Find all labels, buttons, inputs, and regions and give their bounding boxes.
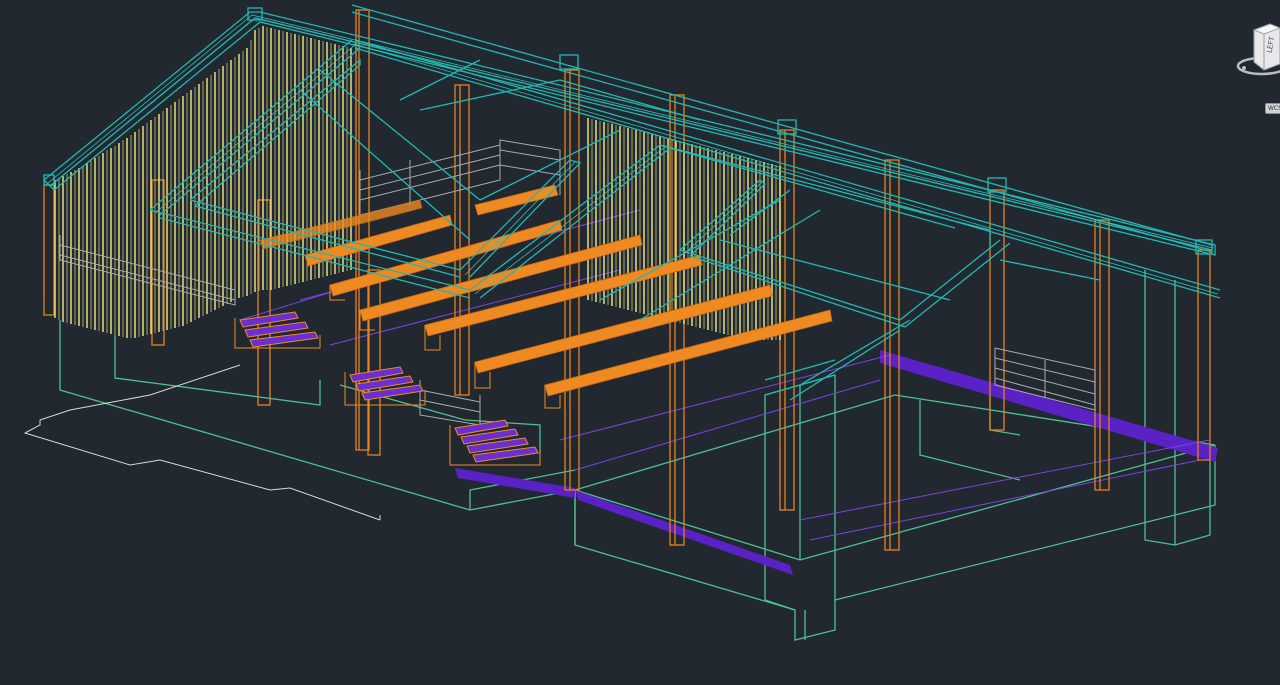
walkway-panels xyxy=(259,184,833,397)
site-outline xyxy=(23,364,381,521)
wcs-menu[interactable]: WCS xyxy=(1265,103,1280,114)
model-viewport[interactable] xyxy=(0,0,1280,685)
viewcube-icon[interactable]: LEFT xyxy=(1232,22,1280,86)
stairs xyxy=(234,311,541,466)
